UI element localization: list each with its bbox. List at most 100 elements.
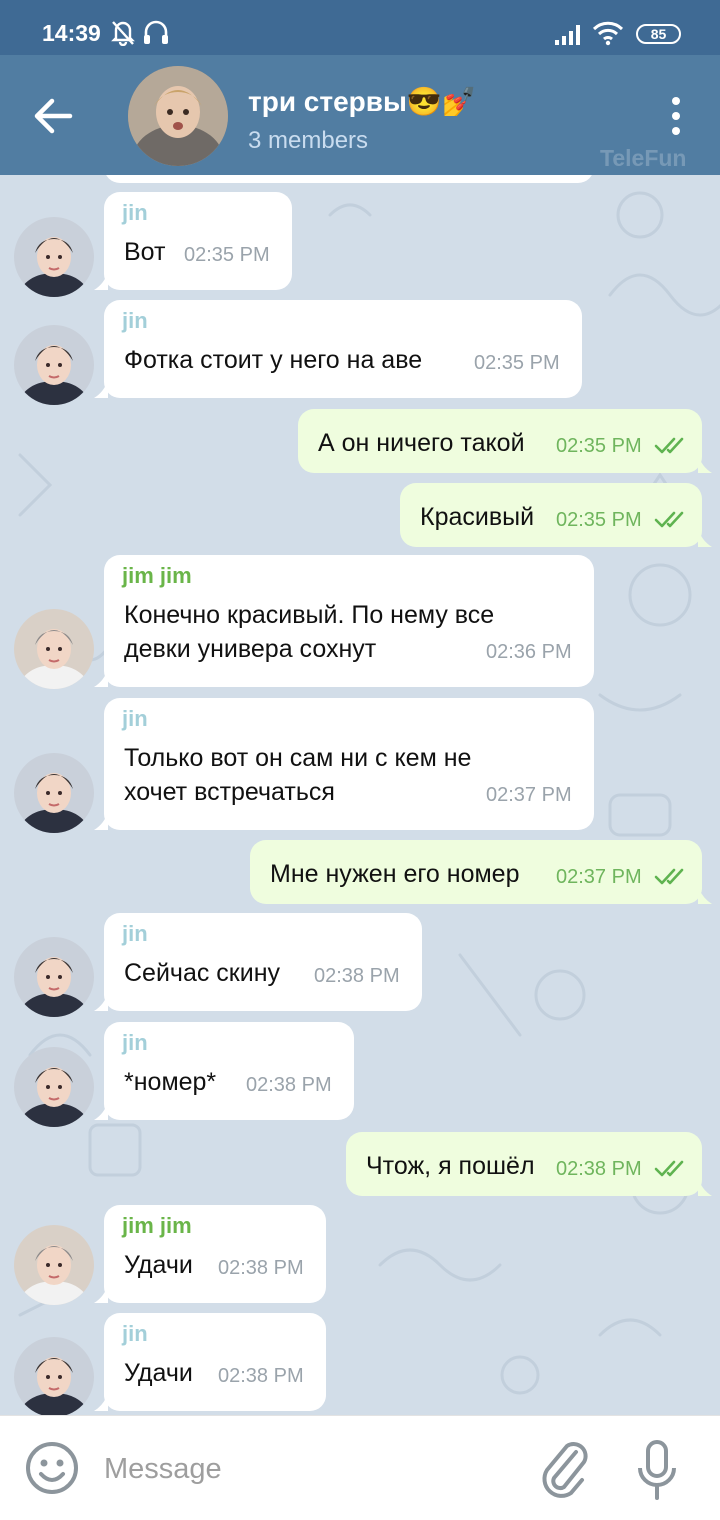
bubble-tail <box>94 812 108 830</box>
microphone-icon <box>638 1440 676 1500</box>
group-avatar[interactable] <box>128 66 228 166</box>
bubble-tail <box>698 1178 712 1196</box>
avatar-photo <box>14 753 94 833</box>
message-text: Красивый <box>420 503 535 531</box>
emoji-button[interactable] <box>24 1440 80 1496</box>
outgoing-message[interactable]: А он ничего такой 02:35 PM <box>298 409 712 473</box>
outgoing-message[interactable]: Красивый 02:35 PM <box>400 483 712 547</box>
chat-title[interactable]: три стервы😎💅 <box>248 85 477 118</box>
chat-header: три стервы😎💅 3 members TeleFun <box>0 55 720 175</box>
incoming-message[interactable]: jin Только вот он сам ни с кем не хочет вс… <box>94 698 594 830</box>
double-check-icon <box>654 437 684 454</box>
incoming-message[interactable]: jin *номер* 02:38 PM <box>94 1022 354 1120</box>
message-text: Мне нужен его номер <box>270 860 520 888</box>
avatar-photo <box>14 1225 94 1305</box>
avatar-jin[interactable] <box>14 1047 94 1127</box>
incoming-message[interactable]: jim jim Конечно красивый. По нему все девк… <box>94 555 594 687</box>
signal-icon <box>555 25 580 45</box>
status-bar: 14:39 85 <box>0 0 720 55</box>
message-sender[interactable]: jin <box>122 1321 148 1347</box>
group-avatar-image <box>128 66 228 166</box>
message-sender[interactable]: jim jim <box>122 1213 192 1239</box>
outgoing-message[interactable]: Мне нужен его номер 02:37 PM <box>250 840 712 904</box>
incoming-message[interactable]: jin Фотка стоит у него на аве 02:35 PM <box>94 300 582 398</box>
message-text: Удачи <box>124 1359 193 1387</box>
double-check-icon <box>654 868 684 885</box>
mute-bell-icon <box>111 21 135 46</box>
message-text: хочет встречаться <box>124 778 335 806</box>
avatar-jin[interactable] <box>14 753 94 833</box>
bubble-tail <box>94 669 108 687</box>
more-menu-button[interactable] <box>662 93 690 139</box>
message-text: Фотка стоит у него на аве <box>124 346 423 374</box>
message-time: 02:35 PM <box>556 435 642 457</box>
avatar-jin[interactable] <box>14 1337 94 1415</box>
message-time: 02:36 PM <box>486 641 572 663</box>
avatar-photo <box>14 1337 94 1415</box>
message-text: Чтож, я пошёл <box>366 1152 535 1180</box>
message-time: 02:37 PM <box>556 866 642 888</box>
avatar-jimjim[interactable] <box>14 609 94 689</box>
message-sender[interactable]: jim jim <box>122 563 192 589</box>
message-time: 02:38 PM <box>246 1074 332 1096</box>
message-time: 02:38 PM <box>218 1257 304 1279</box>
message-sender[interactable]: jin <box>122 921 148 947</box>
incoming-message[interactable]: jin Удачи 02:38 PM <box>94 1313 326 1411</box>
double-check-icon <box>654 1160 684 1177</box>
incoming-message[interactable]: jim jim Удачи 02:38 PM <box>94 1205 326 1303</box>
bubble-tail <box>698 455 712 473</box>
message-time: 02:38 PM <box>556 1158 642 1180</box>
incoming-message[interactable]: jin Сейчас скину 02:38 PM <box>94 913 422 1011</box>
avatar-photo <box>14 1047 94 1127</box>
status-time: 14:39 <box>42 20 101 46</box>
message-input-bar <box>0 1415 720 1520</box>
outgoing-message[interactable]: Чтож, я пошёл 02:38 PM <box>346 1132 712 1196</box>
wifi-icon <box>592 21 624 46</box>
more-vertical-icon <box>672 97 680 135</box>
message-text: девки универа сохнут <box>124 635 377 663</box>
emoji-icon <box>26 1442 78 1494</box>
avatar-jin[interactable] <box>14 325 94 405</box>
message-sender[interactable]: jin <box>122 1030 148 1056</box>
back-button[interactable] <box>28 93 78 139</box>
message-time: 02:38 PM <box>218 1365 304 1387</box>
double-check-icon <box>654 511 684 528</box>
message-time: 02:35 PM <box>474 352 560 374</box>
message-sender[interactable]: jin <box>122 308 148 334</box>
watermark: TeleFun <box>600 145 687 171</box>
avatar-jimjim[interactable] <box>14 1225 94 1305</box>
message-text: Сейчас скину <box>124 959 281 987</box>
bubble-tail <box>94 1285 108 1303</box>
message-sender[interactable]: jin <box>122 706 148 732</box>
attach-button[interactable] <box>538 1438 590 1500</box>
avatar-photo <box>14 937 94 1017</box>
message-text: Только вот он сам ни с кем не <box>124 744 472 772</box>
back-arrow-icon <box>34 98 73 134</box>
paperclip-icon <box>542 1442 588 1498</box>
avatar-photo <box>14 609 94 689</box>
previous-message-bubble[interactable] <box>104 175 594 183</box>
message-time: 02:37 PM <box>486 784 572 806</box>
battery-indicator: 85 <box>636 24 681 44</box>
message-text: Конечно красивый. По нему все <box>124 601 495 629</box>
voice-record-button[interactable] <box>636 1438 678 1502</box>
bubble-tail <box>94 993 108 1011</box>
message-input[interactable] <box>104 1446 504 1492</box>
message-text: А он ничего такой <box>318 429 525 457</box>
bubble-tail <box>94 380 108 398</box>
message-text: Удачи <box>124 1251 193 1279</box>
message-time: 02:35 PM <box>556 509 642 531</box>
message-sender[interactable]: jin <box>122 200 148 226</box>
chat-members-count: 3 members <box>248 127 369 154</box>
bubble-tail <box>94 1102 108 1120</box>
avatar-jin[interactable] <box>14 217 94 297</box>
bubble-tail <box>94 272 108 290</box>
message-text: *номер* <box>124 1068 217 1096</box>
avatar-jin[interactable] <box>14 937 94 1017</box>
message-list[interactable]: jin Вот 02:35 PM jin Фотка стоит у него на а… <box>0 175 720 1415</box>
headphones-icon <box>144 20 168 44</box>
bubble-tail <box>94 1393 108 1411</box>
avatar-photo <box>14 217 94 297</box>
message-time: 02:35 PM <box>184 244 270 266</box>
incoming-message[interactable]: jin Вот 02:35 PM <box>94 192 292 290</box>
